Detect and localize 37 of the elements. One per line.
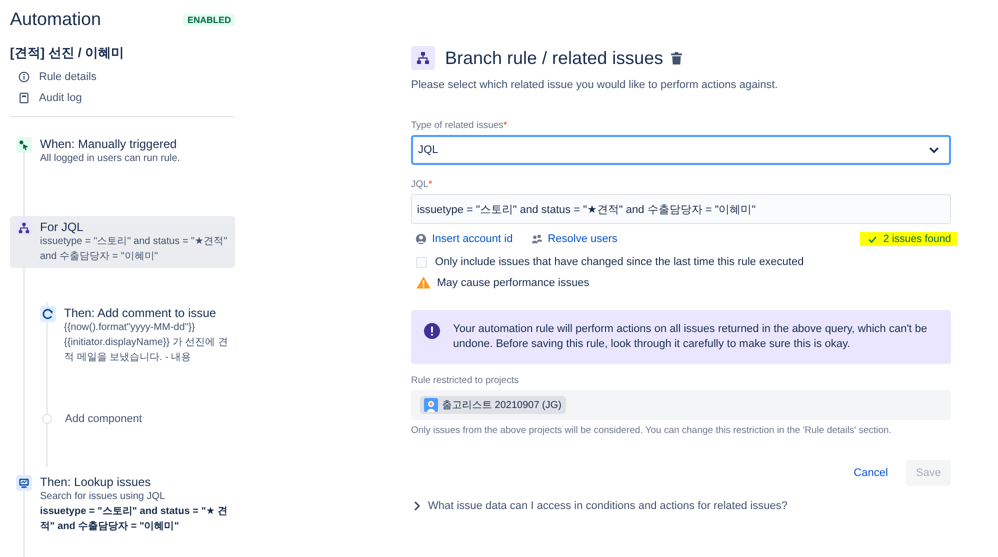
link[interactable]: Resolve users <box>548 233 618 245</box>
component-title: When: Manually triggered <box>40 137 178 151</box>
panel-description: Please select which related issue you would like to perform actions against. <box>411 79 779 91</box>
rule-component[interactable]: When: Manually triggered All logged in users can run rule. <box>10 133 235 170</box>
checkbox-label: Only include issues that have changed since the last time this rule executed <box>435 256 804 268</box>
rule-component[interactable]: Then: Lookup issues Search for issues using JQL issuetype = "스토리" and status = "★ 견적" and 수출담당자 = "이혜미" <box>10 471 235 538</box>
component-detail: All logged in users can run rule. <box>40 152 180 166</box>
component-detail: issuetype = "스토리" and status = "★ 견적" and 수출담당자 = "이혜미" <box>40 505 229 534</box>
rule-component[interactable]: For JQL issuetype = "스토리" and status = "★견적" and 수출담당자 = "이혜미" <box>10 216 235 268</box>
component-detail: {{now().format"yyyy-MM-dd"}} <box>64 321 196 335</box>
banner-text: Your automation rule will perform actions on all issues returned in the above query, which can't be undone. Before saving this rule, look through it carefully to make sure this is okay. <box>453 322 928 352</box>
field-label: Rule restricted to projects <box>411 375 520 386</box>
jql-field[interactable]: issuetype = "스토리" and status = "★견적" and 수출담당자 = "이혜미" <box>411 194 951 224</box>
panel-title: Branch rule / related issues <box>445 48 664 68</box>
rule-component[interactable]: Then: Add comment to issue {{now().format"yyyy-MM-dd"}} {{initiator.displayName}} 가 선진에 견적 메일을 보냈습니다. - 내용 <box>34 302 235 369</box>
app-title: Automation <box>10 9 102 30</box>
warning-text: May cause performance issues <box>437 276 590 288</box>
type-dropdown[interactable]: JQL <box>411 135 951 165</box>
component-detail: issuetype = "스토리" and status = "★견적" and 수출담당자 = "이혜미" <box>40 235 228 264</box>
link[interactable]: Insert account id <box>432 233 513 245</box>
field-label: Type of related issues* <box>411 120 508 131</box>
rule-name: [견적] 선진 / 이혜미 <box>10 44 126 62</box>
component-title: For JQL <box>40 220 84 234</box>
component-title: Then: Lookup issues <box>40 475 152 489</box>
field-label: JQL* <box>411 179 434 190</box>
sidebar-link[interactable]: Rule details <box>39 71 96 83</box>
status-badge: ENABLED <box>183 14 235 26</box>
component-detail: Search for issues using JQL <box>40 490 166 504</box>
result-text: 2 issues found <box>883 233 951 245</box>
sidebar-link[interactable]: Audit log <box>39 92 82 104</box>
component-detail: {{initiator.displayName}} 가 선진에 견적 메일을 보냈습니다. - 내용 <box>64 336 229 365</box>
help-text: Only issues from the above projects will be considered. You can change this restriction in the 'Rule details' section. <box>411 425 892 436</box>
cancel-button[interactable]: Cancel <box>844 460 898 486</box>
component-title: Then: Add comment to issue <box>64 306 218 320</box>
expander[interactable]: What issue data can I access in conditions and actions for related issues? <box>411 500 951 512</box>
project-name: 출고리스트 20210907 (JG) <box>442 399 562 412</box>
add-component-link[interactable]: Add component <box>65 413 142 425</box>
